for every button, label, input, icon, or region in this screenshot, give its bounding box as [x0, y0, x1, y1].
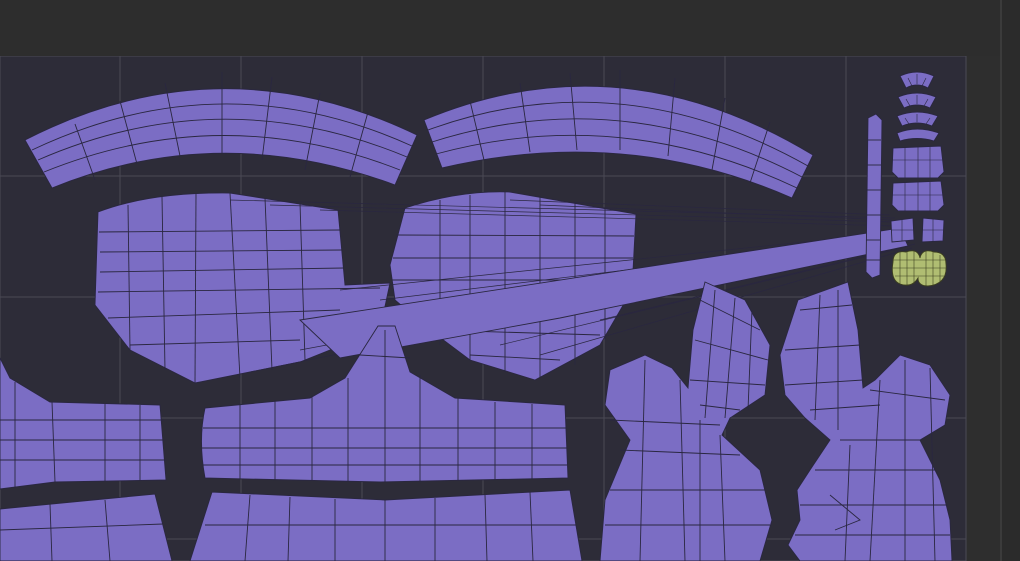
uv-viewport[interactable]: [0, 56, 1000, 561]
uv-island-lower-band-center[interactable]: [189, 489, 583, 561]
uv-canvas[interactable]: [0, 56, 1000, 561]
uv-island-eye-selected[interactable]: [891, 250, 947, 287]
uv-island-small-strip[interactable]: [865, 113, 883, 279]
side-scrollbar[interactable]: [1000, 0, 1020, 561]
editor-header: [0, 0, 1000, 56]
